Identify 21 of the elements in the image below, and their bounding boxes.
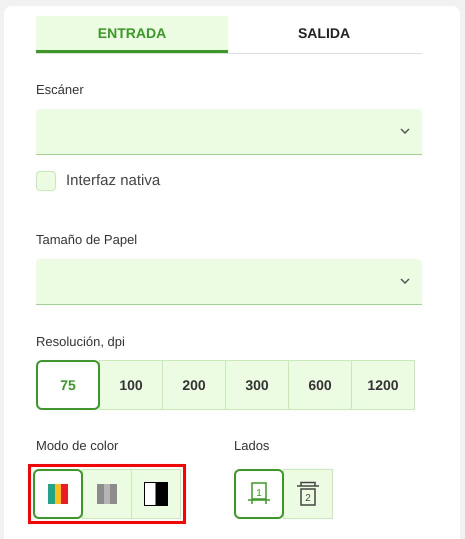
checkbox[interactable] <box>36 170 56 191</box>
chevron-down-icon <box>400 278 410 284</box>
contrast-icon <box>144 482 168 506</box>
field-label: Tamaño de Papel <box>36 231 138 249</box>
resolution-option[interactable]: 300 <box>225 360 289 410</box>
checkbox-label: Interfaz nativa <box>66 170 160 190</box>
chevron-down-icon <box>400 128 410 134</box>
field-label: Lados <box>234 437 270 455</box>
field-label: Escáner <box>36 81 84 99</box>
resolution-option[interactable]: 200 <box>162 360 226 410</box>
field-label: Resolución, dpi <box>36 332 125 351</box>
color-stripes-icon <box>48 484 68 504</box>
resolution-option[interactable]: 100 <box>99 360 163 410</box>
sides-option[interactable]: 2 <box>283 468 333 518</box>
sides-option[interactable]: 1 <box>234 468 284 518</box>
resolution-option[interactable]: 1200 <box>351 360 415 410</box>
grayscale-icon <box>97 484 117 504</box>
field-label: Modo de color <box>36 437 118 455</box>
color-mode-option[interactable] <box>33 468 83 518</box>
resolution-option[interactable]: 600 <box>288 360 352 410</box>
resolution-option[interactable]: 75 <box>36 360 100 410</box>
